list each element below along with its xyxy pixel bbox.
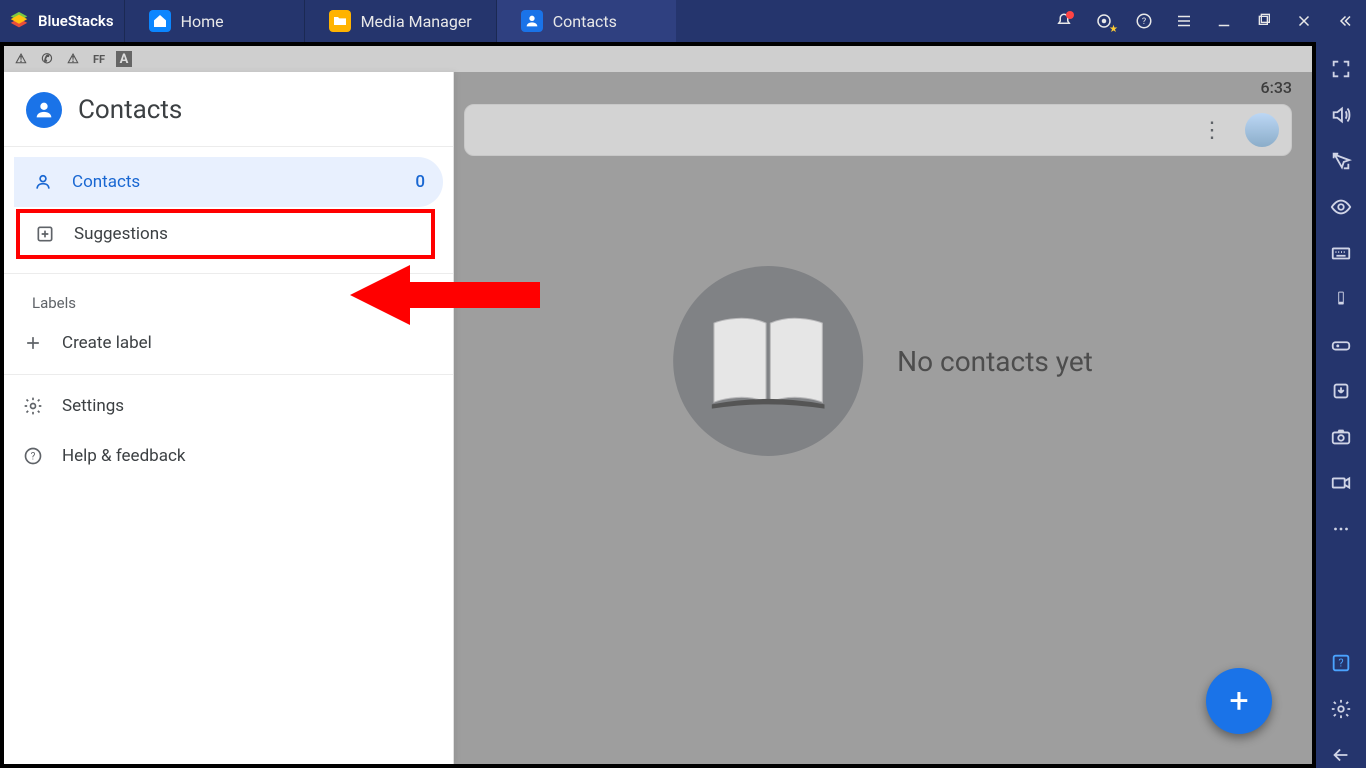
tab-media-manager[interactable]: Media Manager [304,0,496,42]
divider [4,273,453,274]
eye-icon[interactable] [1328,194,1354,220]
empty-state: No contacts yet [673,266,1093,456]
help-icon: ? [22,445,44,467]
account-avatar[interactable] [1245,113,1279,147]
hamburger-icon[interactable] [1172,9,1196,33]
fullscreen-icon[interactable] [1328,56,1354,82]
nav-item-suggestions[interactable]: Suggestions [16,209,435,259]
nav-help-label: Help & feedback [62,446,185,466]
back-icon[interactable] [1328,742,1354,768]
nav-contacts-label: Contacts [72,172,140,192]
close-icon[interactable] [1292,9,1316,33]
android-status-icons-row: ⚠ ✆ ⚠ FF A [4,46,1312,72]
nav-item-contacts[interactable]: Contacts 0 [14,157,443,207]
add-contact-fab[interactable]: + [1206,668,1272,734]
whatsapp-icon: ✆ [38,50,56,68]
volume-icon[interactable] [1328,102,1354,128]
status-clock: 6:33 [1261,78,1293,97]
nav-item-create-label[interactable]: Create label [4,318,453,368]
bluestacks-brand: BlueStacks [0,0,124,42]
bluestacks-logo-icon [8,10,30,32]
plus-icon: + [1229,681,1248,721]
bluestacks-right-toolbar: ? [1316,42,1366,768]
ff-indicator: FF [90,50,108,68]
screenshot-icon[interactable] [1328,424,1354,450]
suggestions-icon [34,223,56,245]
help-icon[interactable]: ? [1132,9,1156,33]
more-vert-icon[interactable]: ⋮ [1201,118,1223,143]
bluestacks-brand-text: BlueStacks [38,12,114,30]
notifications-icon[interactable] [1052,9,1076,33]
record-icon[interactable] [1328,470,1354,496]
tab-media-label: Media Manager [361,12,472,31]
settings-gear-icon[interactable] [1328,696,1354,722]
android-screen: ⚠ ✆ ⚠ FF A Contacts [4,46,1312,764]
plus-icon [22,332,44,354]
collapse-sidebar-icon[interactable] [1332,9,1356,33]
minimize-icon[interactable] [1212,9,1236,33]
pointer-lock-icon[interactable] [1328,148,1354,174]
tab-home-label: Home [181,12,224,31]
empty-state-text: No contacts yet [897,345,1093,378]
a-indicator: A [116,51,132,67]
tab-home[interactable]: Home [124,0,304,42]
install-apk-icon[interactable] [1328,378,1354,404]
folder-icon [329,10,351,32]
tab-contacts-label: Contacts [553,12,617,31]
android-viewport: ⚠ ✆ ⚠ FF A Contacts [0,42,1316,768]
divider [4,374,453,375]
help-box-icon[interactable]: ? [1328,650,1354,676]
bluestacks-tabs: Home Media Manager Contacts [124,0,676,42]
nav-item-settings[interactable]: Settings [4,381,453,431]
contacts-main-scrim[interactable]: 6:33 ⋮ No contacts yet [454,72,1312,764]
nav-suggestions-label: Suggestions [74,224,168,244]
gamepad-icon[interactable] [1328,332,1354,358]
nav-create-label-text: Create label [62,333,152,353]
home-icon [149,10,171,32]
tab-contacts[interactable]: Contacts [496,0,676,42]
bluestacks-window-controls: ★ ? [1042,0,1366,42]
nav-contacts-count: 0 [415,172,425,192]
drawer-title: Contacts [78,95,182,125]
drawer-header: Contacts [4,72,453,147]
svg-text:?: ? [1338,657,1343,670]
book-icon [673,266,863,456]
person-icon [32,171,54,193]
target-icon[interactable]: ★ [1092,9,1116,33]
warning-icon: ⚠ [12,50,30,68]
contacts-drawer: Contacts Contacts 0 Suggestio [4,72,454,764]
svg-text:?: ? [31,451,36,462]
contacts-icon [521,10,543,32]
gear-icon [22,395,44,417]
keyboard-icon[interactable] [1328,240,1354,266]
contacts-app-icon [26,92,62,128]
nav-item-help[interactable]: ? Help & feedback [4,431,453,481]
more-icon[interactable] [1328,516,1354,542]
device-rotate-icon[interactable] [1328,286,1354,312]
maximize-icon[interactable] [1252,9,1276,33]
labels-header: Labels [4,280,453,318]
svg-text:?: ? [1142,17,1146,27]
nav-settings-label: Settings [62,396,124,416]
search-bar[interactable]: ⋮ [464,104,1292,156]
bluestacks-title-bar: BlueStacks Home Media Manager Contacts [0,0,1366,42]
contacts-app: Contacts Contacts 0 Suggestio [4,72,1312,764]
warning-icon: ⚠ [64,50,82,68]
